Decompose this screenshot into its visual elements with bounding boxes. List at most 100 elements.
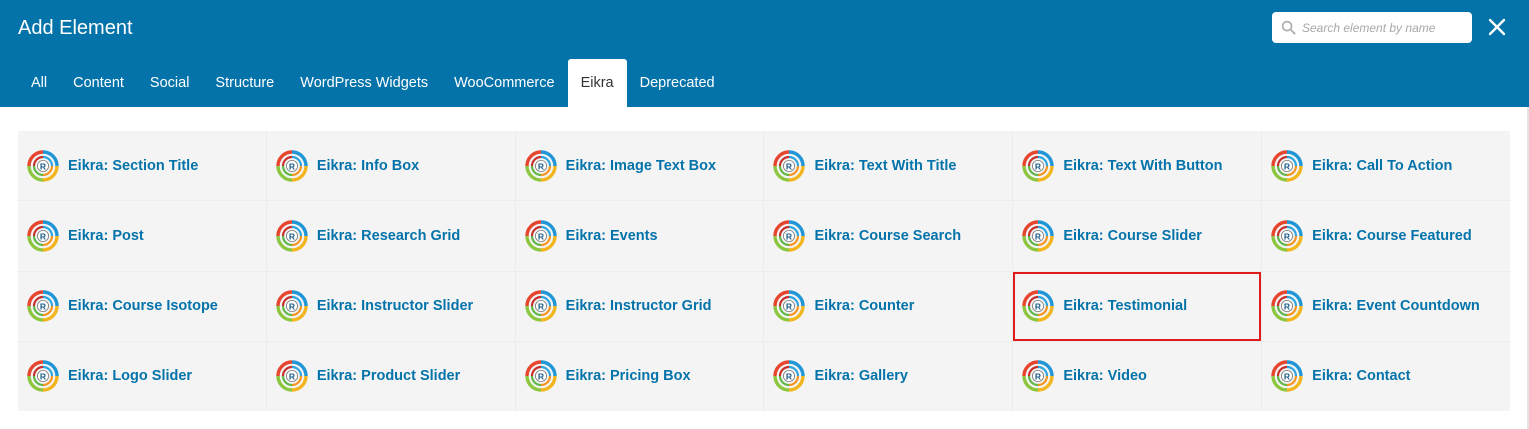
element-eikra-product-slider[interactable]: R Eikra: Product Slider xyxy=(266,341,515,411)
tab-content[interactable]: Content xyxy=(60,59,137,107)
tab-eikra[interactable]: Eikra xyxy=(567,59,627,107)
element-label: Eikra: Contact xyxy=(1312,368,1411,385)
eikra-logo-icon: R xyxy=(524,220,557,252)
eikra-logo-icon: R xyxy=(27,149,59,182)
eikra-logo-icon: R xyxy=(773,360,806,393)
svg-text:R: R xyxy=(786,231,792,241)
svg-text:R: R xyxy=(1035,372,1041,382)
element-label: Eikra: Post xyxy=(68,227,144,244)
element-label: Eikra: Testimonial xyxy=(1063,298,1188,315)
element-eikra-course-search[interactable]: R Eikra: Course Search xyxy=(764,201,1013,271)
element-eikra-events[interactable]: R Eikra: Events xyxy=(515,201,764,271)
element-eikra-event-countdown[interactable]: R Eikra: Event Countdown xyxy=(1262,271,1510,341)
element-label: Eikra: Text With Button xyxy=(1063,157,1223,174)
element-eikra-call-to-action[interactable]: R Eikra: Call To Action xyxy=(1262,131,1510,201)
tab-woocommerce[interactable]: WooCommerce xyxy=(441,59,567,107)
element-eikra-info-box[interactable]: R Eikra: Info Box xyxy=(266,131,515,201)
eikra-logo-icon: R xyxy=(1022,290,1055,322)
eikra-logo-icon: R xyxy=(1271,220,1303,252)
element-label: Eikra: Event Countdown xyxy=(1312,298,1480,315)
eikra-logo-icon: R xyxy=(1271,290,1303,322)
element-label: Eikra: Course Isotope xyxy=(68,298,218,315)
element-label: Eikra: Course Search xyxy=(814,227,962,244)
modal-title: Add Element xyxy=(18,17,133,39)
element-label: Eikra: Product Slider xyxy=(316,368,461,385)
svg-text:R: R xyxy=(1035,301,1041,311)
tab-deprecated[interactable]: Deprecated xyxy=(627,59,728,107)
eikra-logo-icon: R xyxy=(1022,360,1055,393)
close-icon[interactable] xyxy=(1486,16,1508,38)
search-icon xyxy=(1281,20,1296,35)
eikra-logo-icon: R xyxy=(276,220,308,252)
eikra-logo-icon: R xyxy=(773,149,806,182)
svg-text:R: R xyxy=(1284,161,1290,171)
tab-all[interactable]: All xyxy=(18,59,60,107)
svg-text:R: R xyxy=(40,372,46,382)
element-eikra-instructor-grid[interactable]: R Eikra: Instructor Grid xyxy=(515,271,764,341)
svg-text:R: R xyxy=(289,301,295,311)
eikra-logo-icon: R xyxy=(276,360,308,393)
element-label: Eikra: Text With Title xyxy=(814,157,957,174)
element-label: Eikra: Logo Slider xyxy=(68,368,193,385)
element-eikra-image-text-box[interactable]: R Eikra: Image Text Box xyxy=(515,131,764,201)
modal-header: Add Element AllContentSocialStructureWor… xyxy=(0,0,1529,107)
element-label: Eikra: Course Featured xyxy=(1312,227,1472,244)
eikra-logo-icon: R xyxy=(1271,149,1303,182)
svg-text:R: R xyxy=(786,161,792,171)
eikra-logo-icon: R xyxy=(1271,360,1303,393)
tab-social[interactable]: Social xyxy=(137,59,203,107)
element-label: Eikra: Course Slider xyxy=(1063,227,1202,244)
element-label: Eikra: Gallery xyxy=(814,368,908,385)
svg-text:R: R xyxy=(538,161,544,171)
category-tabs: All Content Social Structure WordPress Widge… xyxy=(18,59,728,107)
element-eikra-course-isotope[interactable]: R Eikra: Course Isotope xyxy=(18,271,266,341)
search-box[interactable] xyxy=(1272,12,1472,43)
element-label: Eikra: Events xyxy=(565,227,658,244)
eikra-logo-icon: R xyxy=(773,220,806,252)
element-eikra-logo-slider[interactable]: R Eikra: Logo Slider xyxy=(18,341,266,411)
eikra-logo-icon: R xyxy=(524,149,557,182)
element-eikra-contact[interactable]: R Eikra: Contact xyxy=(1262,341,1510,411)
svg-text:R: R xyxy=(1284,231,1290,241)
element-eikra-research-grid[interactable]: R Eikra: Research Grid xyxy=(266,201,515,271)
svg-text:R: R xyxy=(289,372,295,382)
svg-text:R: R xyxy=(786,301,792,311)
element-label: Eikra: Counter xyxy=(814,298,915,315)
element-eikra-instructor-slider[interactable]: R Eikra: Instructor Slider xyxy=(266,271,515,341)
element-eikra-gallery[interactable]: R Eikra: Gallery xyxy=(764,341,1013,411)
add-element-modal: Add Element AllContentSocialStructureWor… xyxy=(0,0,1529,429)
svg-text:R: R xyxy=(1284,372,1290,382)
element-label: Eikra: Instructor Slider xyxy=(316,298,474,315)
element-eikra-testimonial[interactable]: R Eikra: Testimonial xyxy=(1013,271,1262,341)
element-eikra-course-featured[interactable]: R Eikra: Course Featured xyxy=(1262,201,1510,271)
element-label: Eikra: Research Grid xyxy=(316,227,461,244)
element-label: Eikra: Instructor Grid xyxy=(565,298,712,315)
svg-text:R: R xyxy=(289,231,295,241)
eikra-logo-icon: R xyxy=(524,360,557,393)
element-label: Eikra: Pricing Box xyxy=(565,368,691,385)
svg-text:R: R xyxy=(1035,161,1041,171)
svg-text:R: R xyxy=(786,372,792,382)
eikra-logo-icon: R xyxy=(1022,220,1055,252)
svg-text:R: R xyxy=(40,301,46,311)
tab-structure[interactable]: Structure xyxy=(202,59,287,107)
element-eikra-counter[interactable]: R Eikra: Counter xyxy=(764,271,1013,341)
eikra-logo-icon: R xyxy=(1022,149,1055,182)
tab-wordpress-widgets[interactable]: WordPress Widgets xyxy=(287,59,441,107)
element-grid: R Eikra: Section Title R Eikra: Info Box R… xyxy=(18,131,1510,411)
element-eikra-video[interactable]: R Eikra: Video xyxy=(1013,341,1262,411)
svg-text:R: R xyxy=(538,231,544,241)
element-label: Eikra: Call To Action xyxy=(1312,157,1453,174)
element-eikra-section-title[interactable]: R Eikra: Section Title xyxy=(18,131,266,201)
element-eikra-pricing-box[interactable]: R Eikra: Pricing Box xyxy=(515,341,764,411)
svg-text:R: R xyxy=(538,372,544,382)
eikra-logo-icon: R xyxy=(524,290,557,322)
element-eikra-text-with-title[interactable]: R Eikra: Text With Title xyxy=(764,131,1013,201)
eikra-logo-icon: R xyxy=(773,290,806,322)
search-input[interactable] xyxy=(1302,12,1467,43)
element-label: Eikra: Video xyxy=(1063,368,1147,385)
element-eikra-text-with-button[interactable]: R Eikra: Text With Button xyxy=(1013,131,1262,201)
element-eikra-course-slider[interactable]: R Eikra: Course Slider xyxy=(1013,201,1262,271)
element-label: Eikra: Section Title xyxy=(68,157,199,174)
element-eikra-post[interactable]: R Eikra: Post xyxy=(18,201,266,271)
